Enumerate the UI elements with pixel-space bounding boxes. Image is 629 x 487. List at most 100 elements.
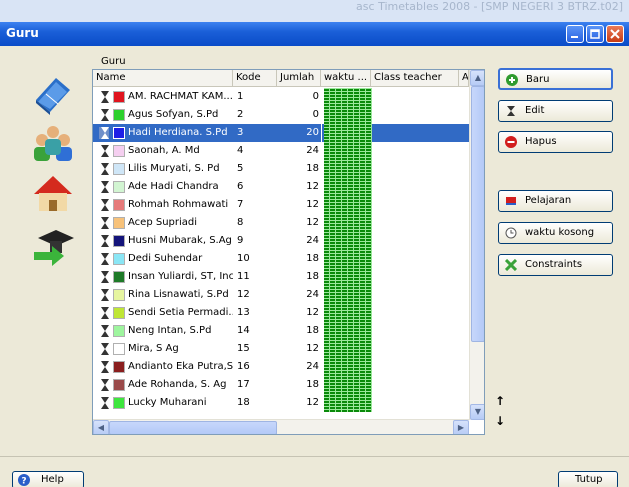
availability-cell[interactable]	[321, 88, 372, 106]
table-row[interactable]: AM. RACHMAT KAM... 1 0	[93, 88, 469, 106]
help-button[interactable]: ? Help	[12, 471, 84, 487]
maximize-button[interactable]	[586, 25, 604, 43]
edit-label: Edit	[525, 105, 545, 116]
availability-cell[interactable]	[321, 394, 372, 412]
table-row[interactable]: Acep Supriadi 8 12	[93, 214, 469, 232]
availability-cell[interactable]	[321, 322, 372, 340]
teacher-kode: 17	[237, 379, 250, 390]
school-house-icon[interactable]	[30, 172, 76, 216]
graduate-export-icon[interactable]	[30, 224, 76, 268]
pelajaran-label: Pelajaran	[525, 195, 572, 206]
column-header-jumlah[interactable]: Jumlah	[277, 70, 321, 87]
availability-grid-icon	[324, 340, 372, 358]
delete-icon	[505, 136, 517, 148]
horizontal-scroll-thumb[interactable]	[109, 421, 277, 434]
window-title: Guru	[6, 26, 39, 40]
column-header-kode[interactable]: Kode	[233, 70, 277, 87]
teacher-kode: 4	[237, 145, 244, 156]
availability-cell[interactable]	[321, 142, 372, 160]
availability-cell[interactable]	[321, 340, 372, 358]
vertical-scroll-thumb[interactable]	[471, 86, 484, 342]
availability-cell[interactable]	[321, 286, 372, 304]
table-row[interactable]: Ade Rohanda, S. Ag 17 18	[93, 376, 469, 394]
table-row[interactable]: Lucky Muharani 18 12	[93, 394, 469, 412]
column-header-class-teacher[interactable]: Class teacher	[371, 70, 459, 87]
table-row[interactable]: Rina Lisnawati, S.Pd 12 24	[93, 286, 469, 304]
table-row[interactable]: Andianto Eka Putra,S.Si 16 24	[93, 358, 469, 376]
teacher-jumlah: 24	[306, 289, 319, 300]
hapus-button[interactable]: Hapus	[498, 131, 613, 153]
close-button[interactable]	[606, 25, 624, 43]
column-header-name[interactable]: Name	[93, 70, 233, 87]
availability-cell[interactable]	[321, 214, 372, 232]
hourglass-icon	[101, 307, 109, 319]
edit-button[interactable]: Edit	[498, 100, 613, 122]
table-row[interactable]: Mira, S Ag 15 12	[93, 340, 469, 358]
teachers-icon[interactable]	[30, 122, 76, 166]
waktu-kosong-button[interactable]: waktu kosong	[498, 222, 613, 244]
scroll-right-button[interactable]: ▶	[453, 420, 469, 434]
teacher-jumlah: 18	[306, 325, 319, 336]
teacher-jumlah: 12	[306, 343, 319, 354]
minimize-button[interactable]	[566, 25, 584, 43]
availability-grid-icon	[324, 250, 372, 268]
availability-cell[interactable]	[321, 106, 372, 124]
table-row[interactable]: Sendi Setia Permadi... 13 12	[93, 304, 469, 322]
table-row[interactable]: Ade Hadi Chandra 6 12	[93, 178, 469, 196]
teacher-name: Ade Hadi Chandra	[128, 181, 219, 192]
availability-cell[interactable]	[321, 232, 372, 250]
table-row[interactable]: Rohmah Rohmawati 7 12	[93, 196, 469, 214]
teacher-grid[interactable]: Name Kode Jumlah waktu ... Class teacher…	[92, 69, 485, 435]
availability-cell[interactable]	[321, 304, 372, 322]
column-header-waktu[interactable]: waktu ...	[321, 70, 371, 87]
hourglass-icon	[101, 271, 109, 283]
availability-grid-icon	[324, 394, 372, 412]
table-row[interactable]: Agus Sofyan, S.Pd 2 0	[93, 106, 469, 124]
teacher-kode: 15	[237, 343, 250, 354]
hourglass-icon	[101, 343, 109, 355]
table-row[interactable]: Saonah, A. Md 4 24	[93, 142, 469, 160]
availability-cell[interactable]	[321, 268, 372, 286]
teacher-color-swatch	[113, 199, 125, 211]
constraints-button[interactable]: Constraints	[498, 254, 613, 276]
vertical-scrollbar[interactable]: ▲ ▼	[469, 70, 484, 420]
availability-cell[interactable]	[321, 250, 372, 268]
scroll-left-button[interactable]: ◀	[93, 420, 109, 434]
teacher-jumlah: 24	[306, 361, 319, 372]
table-row[interactable]: Neng Intan, S.Pd 14 18	[93, 322, 469, 340]
move-up-arrow[interactable]: ↑	[495, 394, 505, 408]
teacher-name: Sendi Setia Permadi...	[128, 307, 233, 318]
teacher-kode: 7	[237, 199, 244, 210]
table-row[interactable]: Dedi Suhendar 10 18	[93, 250, 469, 268]
availability-cell[interactable]	[321, 376, 372, 394]
pelajaran-button[interactable]: Pelajaran	[498, 190, 613, 212]
availability-cell[interactable]	[321, 178, 372, 196]
hourglass-icon	[101, 379, 109, 391]
scroll-up-button[interactable]: ▲	[470, 70, 484, 86]
availability-cell[interactable]	[321, 160, 372, 178]
teacher-name: Insan Yuliardi, ST, Inc	[128, 271, 233, 282]
teacher-jumlah: 18	[306, 253, 319, 264]
teacher-jumlah: 24	[306, 145, 319, 156]
availability-cell[interactable]	[321, 124, 372, 142]
teacher-color-swatch	[113, 361, 125, 373]
move-down-arrow[interactable]: ↓	[495, 414, 505, 428]
table-row[interactable]: Husni Mubarak, S.Ag 9 24	[93, 232, 469, 250]
book-icon[interactable]	[30, 72, 76, 116]
availability-cell[interactable]	[321, 358, 372, 376]
footer-divider	[0, 456, 629, 457]
availability-cell[interactable]	[321, 196, 372, 214]
horizontal-scrollbar[interactable]: ◀ ▶	[93, 419, 469, 434]
teacher-kode: 9	[237, 235, 244, 246]
column-header-a[interactable]: A	[459, 70, 469, 87]
table-row[interactable]: Hadi Herdiana. S.Pd 3 20	[93, 124, 469, 142]
tutup-button[interactable]: Tutup	[558, 471, 618, 487]
hourglass-icon	[101, 145, 109, 157]
table-row[interactable]: Insan Yuliardi, ST, Inc 11 18	[93, 268, 469, 286]
scroll-down-button[interactable]: ▼	[470, 404, 484, 420]
hourglass-icon	[101, 289, 109, 301]
help-icon: ?	[18, 474, 30, 486]
baru-button[interactable]: Baru	[498, 68, 613, 90]
table-row[interactable]: Lilis Muryati, S. Pd 5 18	[93, 160, 469, 178]
window-titlebar[interactable]: Guru	[0, 22, 629, 46]
